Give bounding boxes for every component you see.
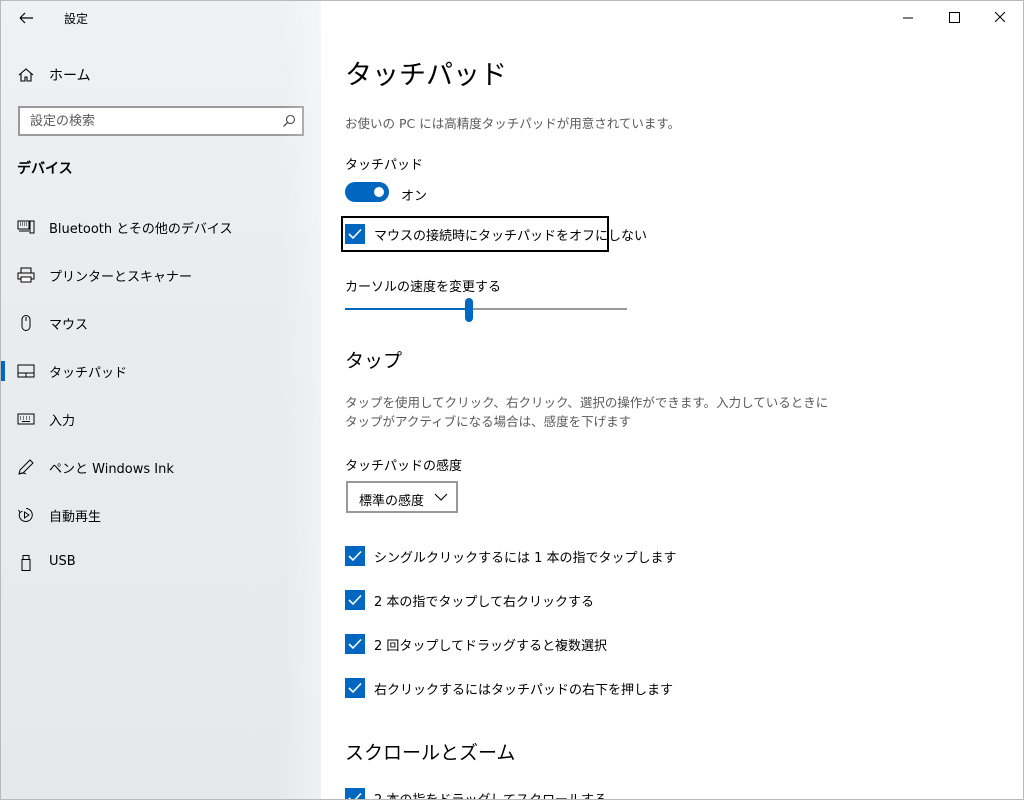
sidebar-item-usb[interactable]: USB: [1, 543, 321, 583]
touchpad-toggle[interactable]: [345, 182, 389, 202]
taps-section-title: タップ: [345, 350, 403, 372]
checkbox-label: マウスの接続時にタッチパッドをオフにしない: [374, 228, 648, 244]
checkbox[interactable]: [345, 634, 365, 654]
tap-option-row[interactable]: 2 本の指でタップして右クリックする: [345, 589, 594, 611]
window-title: 設定: [64, 12, 89, 26]
autoplay-icon: [18, 508, 33, 522]
printer-icon: [17, 267, 35, 283]
checkbox-label: シングルクリックするには 1 本の指でタップします: [374, 550, 677, 566]
main-content: タッチパッド お使いの PC には高精度タッチパッドが用意されています。 タッチ…: [321, 1, 1023, 799]
sensitivity-value: 標準の感度: [359, 494, 425, 509]
chevron-down-icon: [434, 493, 448, 501]
back-button[interactable]: [11, 5, 41, 31]
search-input[interactable]: [20, 108, 270, 134]
sidebar-item-touchpad[interactable]: タッチパッド: [1, 351, 321, 391]
page-title: タッチパッド: [345, 60, 507, 91]
checkbox[interactable]: [345, 224, 365, 244]
home-icon: [18, 68, 34, 82]
sidebar-item-label: USB: [49, 554, 76, 569]
home-label: ホーム: [49, 68, 91, 84]
sidebar-item-label: プリンターとスキャナー: [49, 270, 193, 285]
checkbox-label: 2 本の指をドラッグしてスクロールする: [374, 792, 608, 800]
checkbox[interactable]: [345, 788, 365, 799]
sidebar-item-label: 入力: [49, 414, 76, 429]
checkmark-icon: [348, 792, 362, 799]
checkbox[interactable]: [345, 590, 365, 610]
tap-option-row[interactable]: 右クリックするにはタッチパッドの右下を押します: [345, 677, 673, 699]
sidebar-item-typing[interactable]: 入力: [1, 399, 321, 439]
checkbox-label: 右クリックするにはタッチパッドの右下を押します: [374, 682, 674, 698]
back-arrow-icon: [19, 12, 33, 24]
scroll-option-row[interactable]: 2 本の指をドラッグしてスクロールする: [345, 787, 608, 800]
taps-description: タップを使用してクリック、右クリック、選択の操作ができます。入力しているときに …: [345, 393, 828, 431]
sidebar-item-autoplay[interactable]: 自動再生: [1, 495, 321, 535]
sensitivity-label: タッチパッドの感度: [345, 459, 463, 474]
sidebar-item-bluetooth[interactable]: Bluetooth とその他のデバイス: [1, 207, 321, 247]
checkbox-label: 2 本の指でタップして右クリックする: [374, 594, 595, 610]
taps-description-line2: タップがアクティブになる場合は、感度を下げます: [345, 414, 632, 429]
sidebar: 設定 ホーム デバイス Bluetooth とその他のデバイス: [1, 1, 321, 799]
sensitivity-dropdown[interactable]: 標準の感度: [346, 481, 458, 513]
sidebar-item-pen[interactable]: ペンと Windows Ink: [1, 447, 321, 487]
settings-window: 設定 ホーム デバイス Bluetooth とその他のデバイス: [0, 0, 1024, 800]
sidebar-item-printers[interactable]: プリンターとスキャナー: [1, 255, 321, 295]
sidebar-item-label: タッチパッド: [49, 366, 128, 381]
checkmark-icon: [348, 550, 362, 562]
mouse-icon: [21, 315, 31, 331]
touchpad-icon: [17, 364, 35, 378]
touchpad-label: タッチパッド: [345, 158, 424, 173]
tap-option-row[interactable]: 2 回タップしてドラッグすると複数選択: [345, 633, 607, 655]
checkbox[interactable]: [345, 546, 365, 566]
slider-track-filled: [345, 308, 469, 310]
sidebar-item-label: マウス: [49, 318, 89, 333]
keyboard-icon: [17, 413, 35, 425]
taps-description-line1: タップを使用してクリック、右クリック、選択の操作ができます。入力しているときに: [345, 395, 829, 410]
sidebar-item-label: 自動再生: [49, 510, 102, 525]
cursor-speed-label: カーソルの速度を変更する: [345, 280, 502, 295]
page-description: お使いの PC には高精度タッチパッドが用意されています。: [345, 116, 681, 131]
sidebar-item-label: ペンと Windows Ink: [49, 462, 174, 477]
checkmark-icon: [348, 228, 362, 240]
slider-track-empty: [469, 308, 627, 310]
checkbox[interactable]: [345, 678, 365, 698]
sidebar-item-label: Bluetooth とその他のデバイス: [49, 222, 233, 237]
checkbox-label: 2 回タップしてドラッグすると複数選択: [374, 638, 608, 654]
sidebar-section-title: デバイス: [17, 161, 73, 177]
pen-icon: [18, 459, 34, 475]
checkmark-icon: [348, 638, 362, 650]
keep-touchpad-on-checkbox[interactable]: マウスの接続時にタッチパッドをオフにしない: [345, 223, 647, 245]
usb-icon: [21, 555, 31, 571]
toggle-state-label: オン: [401, 189, 428, 204]
search-icon: [283, 114, 296, 127]
slider-thumb[interactable]: [465, 298, 473, 322]
sidebar-item-home[interactable]: ホーム: [17, 63, 307, 87]
scroll-zoom-section-title: スクロールとズーム: [345, 742, 516, 764]
bluetooth-devices-icon: [17, 220, 35, 234]
sidebar-item-mouse[interactable]: マウス: [1, 303, 321, 343]
tap-option-row[interactable]: シングルクリックするには 1 本の指でタップします: [345, 545, 677, 567]
cursor-speed-slider[interactable]: [345, 298, 627, 322]
settings-search[interactable]: [18, 106, 304, 136]
checkmark-icon: [348, 594, 362, 606]
checkmark-icon: [348, 682, 362, 694]
